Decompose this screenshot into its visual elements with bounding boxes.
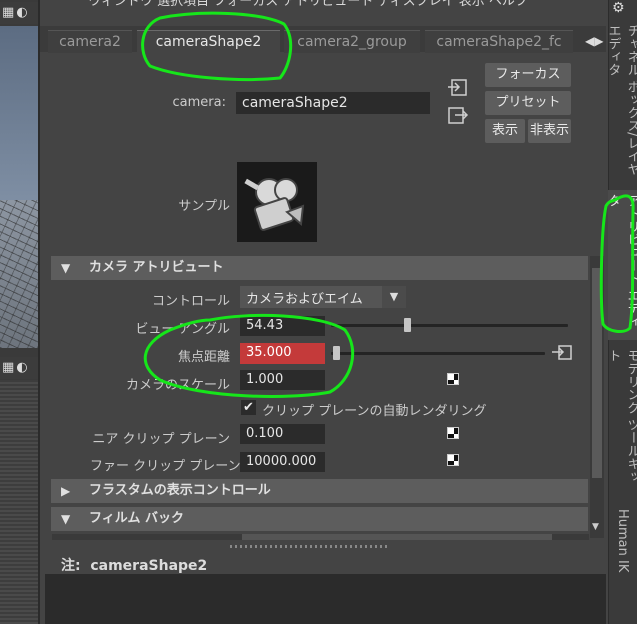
load-input-icon[interactable] bbox=[447, 78, 469, 98]
sample-label: サンプル bbox=[178, 199, 230, 214]
node-name-label: camera: bbox=[172, 95, 226, 110]
viewport-toolbar-bottom: ▦◐✦ bbox=[0, 357, 38, 397]
section-frustum-display[interactable]: ▶ フラスタムの表示コントロール bbox=[51, 479, 588, 503]
node-name-field[interactable]: cameraShape2 bbox=[236, 92, 430, 114]
auto-clip-checkbox[interactable]: ✔ bbox=[241, 400, 256, 415]
horizontal-scroll-thumb[interactable] bbox=[242, 534, 552, 540]
scrollbar-thumb[interactable] bbox=[592, 268, 602, 478]
scroll-down-icon[interactable]: ▼ bbox=[592, 522, 599, 532]
show-button[interactable]: 表示 bbox=[485, 119, 525, 143]
shading-icon[interactable]: ◐ bbox=[16, 2, 28, 24]
texture-map-icon[interactable] bbox=[447, 427, 459, 439]
preset-button[interactable]: プリセット bbox=[485, 91, 571, 115]
section-film-back[interactable]: ▼ フィルム バック bbox=[51, 507, 588, 531]
texture-map-icon[interactable] bbox=[447, 373, 459, 385]
tab-camerashape2-fc[interactable]: cameraShape2_fc bbox=[425, 30, 573, 53]
view-angle-slider[interactable] bbox=[331, 324, 568, 327]
view-angle-label: ビュー アングル bbox=[135, 322, 230, 337]
notes-textarea[interactable] bbox=[45, 574, 606, 624]
tab-camera2-group[interactable]: camera2_group bbox=[284, 30, 420, 53]
camera-scale-field[interactable]: 1.000 bbox=[240, 370, 325, 390]
grid-icon[interactable]: ▦ bbox=[2, 357, 14, 379]
focal-length-slider-handle[interactable] bbox=[333, 346, 341, 360]
menu-bar-items[interactable]: ウィンドウ 選択項目 フォーカス アトリビュート ディスプレイ 表示 ヘルプ bbox=[88, 0, 528, 8]
focal-length-slider[interactable] bbox=[331, 352, 545, 355]
sample-swatch bbox=[237, 162, 317, 242]
grid-icon[interactable]: ▦ bbox=[2, 2, 14, 24]
tab-camera2[interactable]: camera2 bbox=[48, 30, 132, 53]
near-clip-field[interactable]: 0.100 bbox=[240, 424, 325, 444]
horizontal-scrollbar[interactable] bbox=[52, 534, 589, 540]
viewport-grid bbox=[0, 200, 38, 348]
focal-length-field[interactable]: 35.000 bbox=[240, 343, 325, 364]
hide-button[interactable]: 非表示 bbox=[528, 119, 571, 143]
view-angle-field[interactable]: 54.43 bbox=[240, 316, 325, 336]
viewport-secondary[interactable] bbox=[0, 380, 38, 624]
texture-map-icon[interactable] bbox=[447, 454, 459, 466]
vertical-scrollbar[interactable]: ▼ bbox=[590, 256, 604, 538]
shading-icon[interactable]: ◐ bbox=[16, 357, 28, 379]
splitter-handle[interactable] bbox=[230, 545, 390, 548]
camera-scale-label: カメラのスケール bbox=[125, 378, 230, 393]
focus-button[interactable]: フォーカス bbox=[485, 63, 571, 87]
tab-camerashape2[interactable]: cameraShape2 bbox=[137, 30, 280, 55]
far-clip-label: ファー クリップ プレーン bbox=[90, 459, 241, 474]
far-clip-field[interactable]: 10000.000 bbox=[240, 452, 325, 472]
tab-human-ik[interactable]: Human IK bbox=[608, 505, 637, 605]
control-dropdown[interactable]: カメラおよびエイム ▼ bbox=[240, 286, 406, 308]
expanded-triangle-icon: ▼ bbox=[61, 512, 71, 526]
section-title: カメラ アトリビュート bbox=[89, 260, 224, 275]
load-output-icon[interactable] bbox=[447, 106, 469, 126]
collapsed-triangle-icon: ▶ bbox=[61, 484, 71, 498]
notes-label: 注: cameraShape2 bbox=[61, 558, 208, 574]
chevron-down-icon: ▼ bbox=[382, 286, 406, 308]
connection-map-icon[interactable] bbox=[551, 344, 573, 362]
tab-scroll-right-icon[interactable]: ▶ bbox=[594, 34, 603, 48]
section-title: フラスタムの表示コントロール bbox=[89, 483, 271, 498]
near-clip-label: ニア クリップ プレーン bbox=[92, 432, 230, 447]
viewport-toolbar-top: ▦◐✦ bbox=[0, 2, 38, 42]
auto-clip-label: クリップ プレーンの自動レンダリング bbox=[262, 404, 487, 419]
section-camera-attributes[interactable]: ▼ カメラ アトリビュート bbox=[51, 256, 588, 280]
control-label: コントロール bbox=[151, 294, 230, 309]
tab-modeling-toolkit[interactable]: モデリング ツールキット bbox=[606, 345, 637, 495]
tab-scroll-left-icon[interactable]: ◀ bbox=[585, 34, 594, 48]
expanded-triangle-icon: ▼ bbox=[61, 261, 71, 275]
focal-length-label: 焦点距離 bbox=[177, 350, 230, 365]
control-dropdown-value: カメラおよびエイム bbox=[246, 292, 363, 307]
dock-settings-icon[interactable]: ⚙ bbox=[612, 0, 625, 16]
menu-bar: ウィンドウ 選択項目 フォーカス アトリビュート ディスプレイ 表示 ヘルプ bbox=[40, 0, 606, 8]
view-angle-slider-handle[interactable] bbox=[404, 318, 412, 332]
tab-attribute-editor[interactable]: アトリビュート エディタ bbox=[606, 190, 637, 340]
camera-icon bbox=[244, 178, 305, 231]
section-title: フィルム バック bbox=[89, 511, 185, 526]
tab-channel-box[interactable]: チャネル ボックス/レイヤ エディタ bbox=[606, 20, 637, 180]
